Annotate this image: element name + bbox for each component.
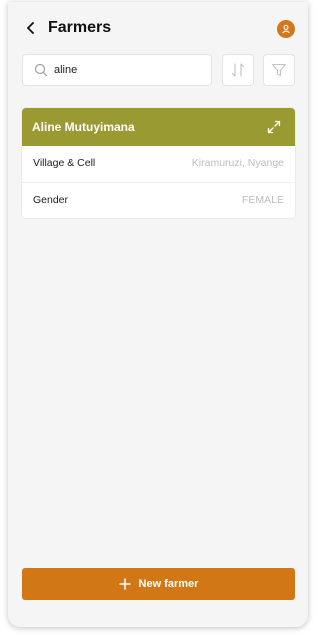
- detail-value: FEMALE: [241, 194, 284, 206]
- page-title: Farmers: [48, 19, 112, 36]
- farmer-card-header: Aline Mutuyimana: [22, 108, 295, 146]
- search-box: [22, 54, 212, 86]
- user-icon: [282, 24, 290, 34]
- new-farmer-button[interactable]: New farmer: [22, 568, 295, 600]
- detail-label: Gender: [33, 194, 69, 206]
- app-screen: Farmers Aline Mutuyimana: [8, 2, 308, 627]
- farmer-name: Aline Mutuyimana: [32, 120, 135, 134]
- farmer-card[interactable]: Aline Mutuyimana Village & Cell Kiramuru…: [22, 108, 295, 218]
- sort-icon: [231, 63, 245, 77]
- detail-row-village: Village & Cell Kiramuruzi, Nyange: [22, 146, 295, 182]
- profile-button[interactable]: [277, 20, 295, 38]
- filter-button[interactable]: [263, 54, 295, 86]
- sort-button[interactable]: [222, 54, 254, 86]
- back-button[interactable]: [22, 18, 40, 38]
- search-input[interactable]: [54, 61, 204, 79]
- detail-label: Village & Cell: [33, 157, 96, 169]
- chevron-left-icon: [27, 22, 34, 34]
- search-icon: [34, 63, 48, 77]
- filter-icon: [271, 63, 287, 77]
- app-header: Farmers: [8, 2, 308, 54]
- expand-icon[interactable]: [267, 120, 281, 134]
- detail-row-gender: Gender FEMALE: [22, 182, 295, 218]
- detail-value: Kiramuruzi, Nyange: [191, 157, 284, 169]
- new-farmer-label: New farmer: [138, 578, 199, 590]
- plus-icon: [118, 578, 131, 590]
